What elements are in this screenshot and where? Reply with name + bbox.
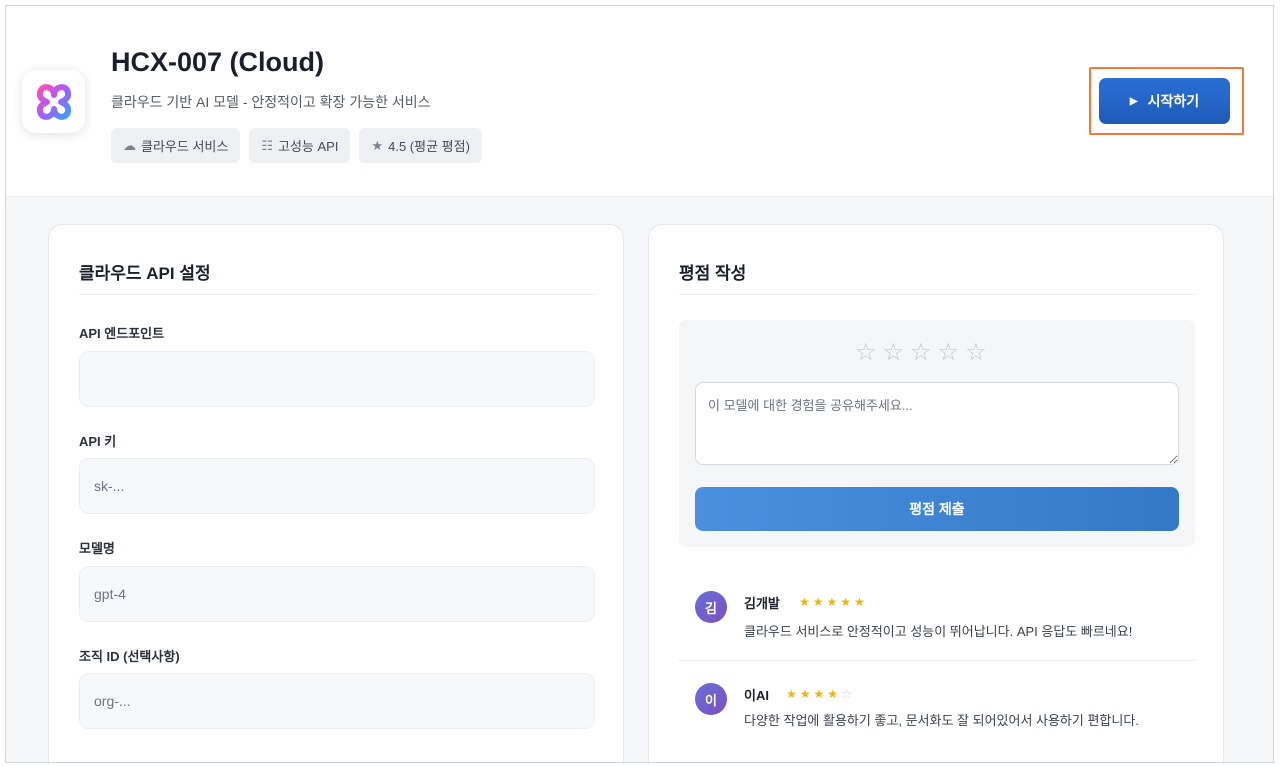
tag-average-rating: ★ 4.5 (평균 평점) — [359, 128, 482, 163]
divider — [79, 294, 595, 295]
avatar: 김 — [695, 591, 727, 623]
rating-card: 평점 작성 ☆ ☆ ☆ ☆ ☆ 평점 제출 김 김개발 ★★★★★ 클라우드 서… — [648, 224, 1224, 766]
model-header: HCX-007 (Cloud) 클라우드 기반 AI 모델 - 안정적이고 확장… — [6, 6, 1273, 197]
star-filled-icon: ★ — [799, 687, 814, 701]
org-id-input[interactable] — [79, 673, 595, 729]
page-title: HCX-007 (Cloud) — [111, 47, 325, 77]
clover-logo-icon — [36, 83, 71, 120]
review-text: 다양한 작업에 활용하기 좋고, 문서화도 잘 되어있어서 사용하기 편합니다. — [744, 713, 1139, 728]
start-button[interactable]: ▶ 시작하기 — [1099, 78, 1230, 124]
submit-rating-button[interactable]: 평점 제출 — [695, 487, 1179, 531]
star-filled-icon: ★ — [813, 687, 828, 701]
reviewer-name: 김개발 — [744, 596, 780, 611]
avatar: 이 — [695, 683, 727, 715]
model-logo — [22, 70, 85, 133]
star-rating-input[interactable]: ☆ ☆ ☆ ☆ ☆ — [855, 338, 987, 367]
reviewer-name: 이AI — [744, 688, 769, 703]
frame-bottom-border — [5, 762, 1275, 763]
page-subtitle: 클라우드 기반 AI 모델 - 안정적이고 확장 가능한 서비스 — [111, 94, 431, 110]
star-filled-icon: ★ — [812, 595, 827, 609]
review-text: 클라우드 서비스로 안정적이고 성능이 뛰어납니다. API 응답도 빠르네요! — [744, 624, 1133, 639]
tag-list: ☁ 클라우드 서비스 ☷ 고성능 API ★ 4.5 (평균 평점) — [111, 128, 482, 163]
endpoint-input[interactable] — [79, 351, 595, 407]
tag-cloud-service: ☁ 클라우드 서비스 — [111, 128, 241, 163]
tag-label: 4.5 (평균 평점) — [388, 139, 470, 154]
tag-label: 고성능 API — [278, 139, 339, 154]
star-outline-icon[interactable]: ☆ — [855, 338, 877, 367]
star-filled-icon: ★ — [854, 595, 868, 609]
api-key-input[interactable] — [79, 458, 595, 514]
star-outline-icon[interactable]: ☆ — [938, 338, 960, 367]
tag-high-performance-api: ☷ 고성능 API — [249, 128, 351, 163]
review-stars: ★★★★★ — [799, 595, 868, 609]
divider — [679, 294, 1195, 295]
review-stars: ★★★★☆ — [786, 687, 855, 701]
endpoint-label: API 엔드포인트 — [79, 326, 165, 341]
star-filled-icon: ★ — [827, 687, 842, 701]
star-filled-icon: ★ — [786, 687, 800, 701]
cloud-icon: ☁ — [123, 137, 136, 153]
divider — [679, 660, 1195, 661]
model-name-input[interactable] — [79, 566, 595, 622]
model-name-label: 모델명 — [79, 541, 115, 556]
sliders-icon: ☷ — [261, 137, 273, 153]
review-textarea[interactable] — [695, 382, 1179, 465]
start-button-label: 시작하기 — [1147, 93, 1200, 109]
star-icon: ★ — [371, 137, 384, 153]
star-outline-icon[interactable]: ☆ — [965, 338, 987, 367]
rating-title: 평점 작성 — [679, 264, 747, 283]
star-outline-icon: ☆ — [841, 687, 855, 701]
star-filled-icon: ★ — [799, 595, 813, 609]
tag-label: 클라우드 서비스 — [141, 139, 229, 154]
api-settings-card: 클라우드 API 설정 API 엔드포인트 API 키 모델명 조직 ID (선… — [48, 224, 624, 766]
star-outline-icon[interactable]: ☆ — [883, 338, 905, 367]
star-filled-icon: ★ — [840, 595, 855, 609]
star-outline-icon[interactable]: ☆ — [910, 338, 932, 367]
api-key-label: API 키 — [79, 434, 117, 449]
org-id-label: 조직 ID (선택사항) — [79, 649, 180, 664]
play-icon: ▶ — [1129, 95, 1138, 107]
rating-form: ☆ ☆ ☆ ☆ ☆ 평점 제출 — [679, 320, 1195, 547]
api-settings-title: 클라우드 API 설정 — [79, 264, 211, 283]
star-filled-icon: ★ — [826, 595, 841, 609]
